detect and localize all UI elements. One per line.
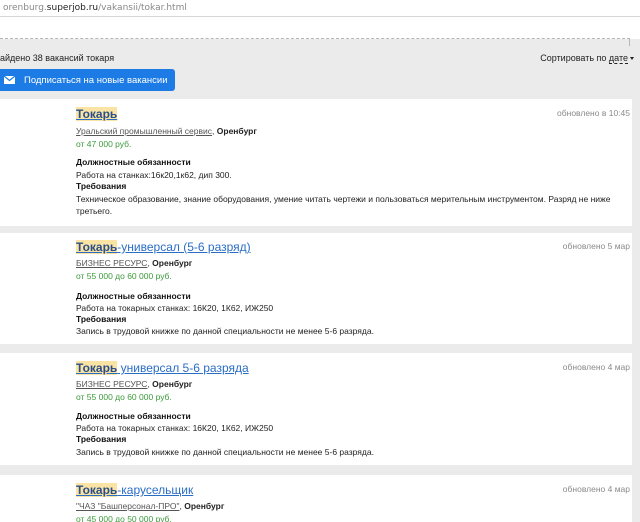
dashed-divider-end	[629, 38, 630, 46]
dashed-divider	[0, 38, 630, 39]
vacancy-card: Токарь-универсал (5-6 разряд) обновлено …	[0, 233, 632, 344]
duties-text: Работа на токарных станках: 16К20, 1К62,…	[76, 423, 274, 433]
vacancy-card: Токарь-карусельщик обновлено 4 мар "ЧАЗ …	[0, 475, 632, 522]
vacancy-salary: от 55 000 до 60 000 руб.	[76, 271, 172, 281]
sort-label: Сортировать по	[540, 53, 609, 63]
title-highlight: Токарь	[76, 240, 118, 254]
company-link[interactable]: БИЗНЕС РЕСУРС	[76, 258, 147, 268]
requirements-text: Техническое образование, знание оборудов…	[76, 194, 611, 216]
title-highlight: Токарь	[76, 361, 118, 375]
duties-text: Работа на токарных станках: 16К20, 1К62,…	[76, 303, 274, 313]
vacancy-company: Уральский промышленный сервис, Оренбург	[76, 126, 257, 136]
vacancy-salary: от 55 000 до 60 000 руб.	[76, 392, 172, 402]
title-rest: универсал 5-6 разряда	[117, 361, 249, 375]
vacancy-updated: обновлено 4 мар	[562, 484, 630, 494]
vacancy-salary: от 45 000 до 50 000 руб.	[76, 514, 172, 522]
vacancy-salary: от 47 000 руб.	[76, 139, 132, 149]
duties-header: Должностные обязанности	[76, 411, 191, 421]
company-city: Оренбург	[216, 126, 257, 136]
company-link[interactable]: "ЧАЗ "Башперсонал-ПРО"	[76, 501, 179, 511]
vacancy-card: Токарь универсал 5-6 разряда обновлено 4…	[0, 353, 632, 465]
vacancy-title-link[interactable]: Токарь-карусельщик	[76, 483, 193, 497]
vacancy-updated: обновлено 4 мар	[562, 362, 630, 372]
requirements-text: Запись в трудовой книжке по данной специ…	[76, 447, 374, 457]
title-highlight: Токарь	[76, 483, 118, 497]
sort-dropdown[interactable]: Сортировать по дате	[540, 53, 634, 64]
vacancy-updated: обновлено 5 мар	[562, 241, 630, 251]
company-city: Оренбург	[152, 258, 193, 268]
url-prefix: orenburg.	[3, 3, 47, 13]
title-highlight: Токарь	[76, 107, 118, 121]
vacancy-company: БИЗНЕС РЕСУРС, Оренбург	[76, 258, 193, 268]
requirements-header: Требования	[76, 181, 127, 191]
page-top-blank	[0, 17, 640, 39]
address-bar[interactable]: orenburg.superjob.ru/vakansii/tokar.html	[0, 0, 640, 17]
sort-value[interactable]: дате	[608, 53, 628, 64]
requirements-header: Требования	[76, 434, 127, 444]
vacancy-company: БИЗНЕС РЕСУРС, Оренбург	[76, 379, 193, 389]
vacancy-company: "ЧАЗ "Башперсонал-ПРО", Оренбург	[76, 501, 225, 511]
envelope-icon	[4, 76, 15, 84]
url-path: /vakansii/tokar.html	[98, 3, 187, 13]
subscribe-label: Подписаться на новые вакансии	[24, 74, 168, 86]
company-city: Оренбург	[152, 379, 193, 389]
caret-down-icon	[630, 57, 634, 61]
vacancy-card: Токарь обновлено в 10:45 Уральский промы…	[0, 99, 632, 226]
results-count: айдено 38 вакансий токаря	[0, 53, 115, 63]
duties-text: Работа на станках:16к20,1к62, дип 300.	[76, 170, 232, 180]
requirements-header: Требования	[76, 314, 127, 324]
url-host: superjob.ru	[46, 3, 99, 13]
company-link[interactable]: БИЗНЕС РЕСУРС	[76, 379, 147, 389]
title-rest: -универсал (5-6 разряд)	[117, 240, 251, 254]
subscribe-button[interactable]: Подписаться на новые вакансии	[0, 69, 175, 91]
company-city: Оренбург	[184, 501, 225, 511]
vacancy-title-link[interactable]: Токарь-универсал (5-6 разряд)	[76, 240, 251, 254]
duties-header: Должностные обязанности	[76, 291, 191, 301]
title-rest: -карусельщик	[117, 483, 194, 497]
duties-header: Должностные обязанности	[76, 157, 191, 167]
vacancy-updated: обновлено в 10:45	[557, 108, 630, 118]
requirements-text: Запись в трудовой книжке по данной специ…	[76, 326, 374, 336]
vacancy-title-link[interactable]: Токарь универсал 5-6 разряда	[76, 361, 249, 375]
vacancy-title-link[interactable]: Токарь	[76, 107, 118, 121]
company-link[interactable]: Уральский промышленный сервис	[76, 126, 212, 136]
